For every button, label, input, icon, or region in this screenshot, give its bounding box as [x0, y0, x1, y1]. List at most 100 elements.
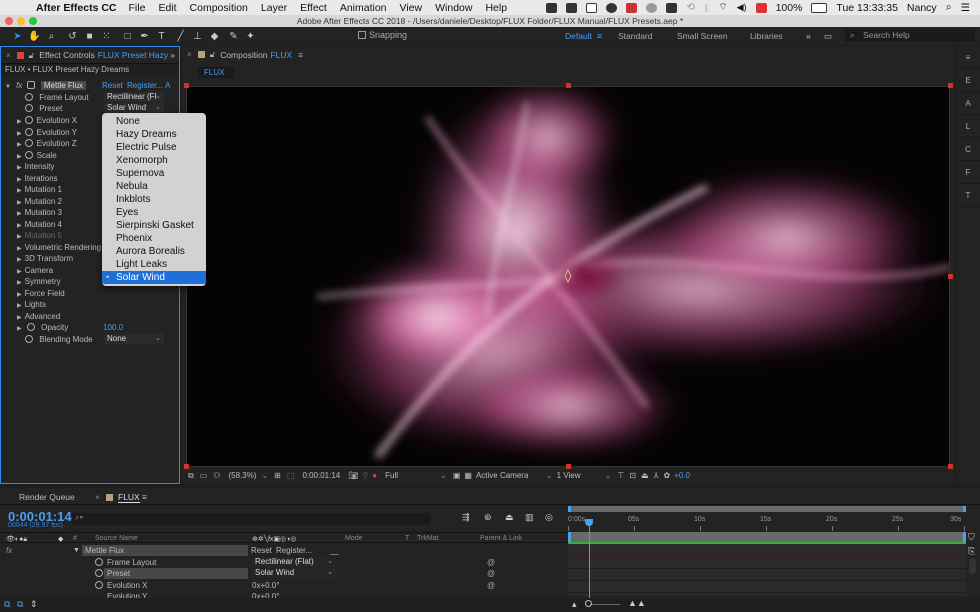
- toggle-pixel-aspect-icon[interactable]: ⊤: [617, 471, 624, 480]
- effect-property-row[interactable]: ▶ Lights: [17, 299, 46, 310]
- layer-handle[interactable]: [948, 274, 953, 279]
- timeline-icon[interactable]: ⏏: [641, 471, 649, 480]
- type-tool-icon[interactable]: T: [154, 29, 169, 43]
- resolution-dropdown[interactable]: Full: [385, 471, 440, 480]
- stopwatch-icon[interactable]: [25, 335, 33, 343]
- exposure-value[interactable]: +0.0: [674, 471, 690, 480]
- label-column-icon[interactable]: ◆: [58, 535, 63, 543]
- av-switches-icons[interactable]: 👁︎◐●🔒︎: [6, 535, 27, 544]
- effect-property-row[interactable]: ▶ Scale: [17, 150, 57, 161]
- source-name-column-header[interactable]: Source Name: [95, 535, 138, 542]
- transparency-grid-icon[interactable]: ▦: [464, 471, 472, 480]
- eraser-tool-icon[interactable]: ◆: [207, 29, 222, 43]
- expand-triangle-icon[interactable]: ▶: [17, 177, 22, 183]
- expression-pickwhip-icon[interactable]: @: [487, 557, 495, 568]
- preset-menu-option[interactable]: Supernova: [102, 167, 206, 180]
- effect-property-row[interactable]: ▶ Evolution X: [17, 115, 77, 126]
- zoom-out-icon[interactable]: ▴: [572, 599, 577, 610]
- menu-effect[interactable]: Effect: [300, 2, 327, 14]
- playhead[interactable]: [589, 520, 591, 600]
- menu-file[interactable]: File: [129, 2, 146, 14]
- preset-menu-option[interactable]: Nebula: [102, 180, 206, 193]
- render-queue-tab[interactable]: Render Queue: [19, 492, 75, 502]
- pan-behind-tool-icon[interactable]: ⁙: [99, 29, 114, 43]
- search-help-input[interactable]: ⌕ Search Help: [845, 29, 975, 42]
- composition-subtab[interactable]: FLUX: [198, 67, 234, 78]
- puppet-pin-tool-icon[interactable]: ✦: [243, 29, 258, 43]
- preset-menu-option[interactable]: None: [102, 115, 206, 128]
- expand-triangle-icon[interactable]: ▶: [17, 165, 22, 171]
- expand-triangle-icon[interactable]: ▶: [17, 280, 22, 286]
- effect-property-row[interactable]: ▶ Evolution Z: [17, 138, 77, 149]
- channel-icon[interactable]: ●: [372, 471, 377, 480]
- preset-menu-option[interactable]: Xenomorph: [102, 154, 206, 167]
- fx-icon[interactable]: fx: [16, 81, 22, 90]
- expression-pickwhip-icon[interactable]: @: [487, 580, 495, 591]
- mask-visibility-icon[interactable]: ⬚: [287, 471, 295, 480]
- preset-menu-option[interactable]: Eyes: [102, 206, 206, 219]
- timeline-reset-link[interactable]: Reset: [251, 545, 272, 556]
- preset-menu-option[interactable]: Aurora Borealis: [102, 245, 206, 258]
- layer-handle[interactable]: [948, 83, 953, 88]
- effect-property-row[interactable]: ▶ Iterations: [17, 173, 58, 184]
- effect-name[interactable]: Mettle Flux: [40, 81, 87, 90]
- register-link[interactable]: Register...: [127, 80, 163, 91]
- timeline-about-link[interactable]: __: [330, 545, 339, 556]
- layer-switches-icons[interactable]: ⊕✲╲fx▣◎◑◎: [252, 535, 296, 543]
- timeline-search-input[interactable]: ⌕▾: [72, 513, 430, 525]
- zoom-slider-handle[interactable]: [585, 600, 592, 607]
- effect-property-row[interactable]: ▶ Mutation 4: [17, 219, 62, 230]
- effect-controls-tab[interactable]: × 🔓︎ Effect Controls FLUX Preset Hazy »: [1, 47, 179, 64]
- effect-property-row[interactable]: ▶ Mutation 2: [17, 196, 62, 207]
- zoom-window-button[interactable]: [29, 17, 37, 25]
- rail-libraries-button[interactable]: L: [956, 115, 980, 138]
- close-window-button[interactable]: [5, 17, 13, 25]
- menu-help[interactable]: Help: [485, 2, 507, 14]
- flowchart-icon[interactable]: ⅄: [654, 471, 659, 480]
- effect-property-row[interactable]: ▶ 3D Transform: [17, 253, 73, 264]
- volume-icon[interactable]: ◀): [737, 2, 747, 13]
- opacity-value[interactable]: 100.0: [103, 322, 123, 333]
- motion-blur-icon[interactable]: ◎: [545, 512, 553, 523]
- expand-triangle-icon[interactable]: ▶: [17, 131, 22, 137]
- effect-property-row[interactable]: ▶ Camera: [17, 265, 53, 276]
- workspace-settings-icon[interactable]: ▭: [824, 31, 832, 42]
- reset-exposure-icon[interactable]: ✿: [663, 471, 670, 480]
- transfer-controls-toggle-icon[interactable]: ⧉: [17, 599, 23, 610]
- stopwatch-icon[interactable]: [26, 323, 35, 331]
- effect-controls-layer-name[interactable]: FLUX Preset Hazy: [98, 50, 168, 60]
- bluetooth-icon[interactable]: ᛒ: [704, 3, 709, 13]
- close-tab-icon[interactable]: ×: [6, 51, 11, 60]
- flux-timeline-tab[interactable]: FLUX: [118, 492, 140, 503]
- snapping-checkbox[interactable]: [358, 31, 366, 39]
- menu-composition[interactable]: Composition: [190, 2, 248, 14]
- collapse-triangle-icon[interactable]: ▼: [73, 545, 80, 556]
- stopwatch-icon[interactable]: [25, 93, 33, 101]
- rail-character-button[interactable]: C: [956, 138, 980, 161]
- display-icon[interactable]: [666, 2, 678, 13]
- effect-property-row[interactable]: ▶ Mutation 1: [17, 184, 62, 195]
- zoom-tool-icon[interactable]: ⌕: [44, 29, 59, 43]
- preset-menu-option[interactable]: Electric Pulse: [102, 141, 206, 154]
- minimize-window-button[interactable]: [17, 17, 25, 25]
- zoom-in-icon[interactable]: ▲▲: [628, 598, 646, 608]
- preset-row-name[interactable]: Preset: [104, 568, 248, 579]
- time-ruler[interactable]: 0:00s 05s 10s 15s 20s 25s 30s: [568, 506, 968, 534]
- timeline-register-link[interactable]: Register...: [276, 545, 312, 556]
- timeline-frame-layout-dropdown[interactable]: Rectilinear (Flat) ⌄: [252, 557, 336, 567]
- fx-icon[interactable]: fx: [6, 545, 12, 556]
- lock-icon[interactable]: 🔓︎: [29, 50, 35, 61]
- stopwatch-icon[interactable]: [95, 557, 107, 568]
- comp-marker-bin-icon[interactable]: ⛉: [968, 532, 975, 543]
- show-snapshot-icon[interactable]: ⚲: [362, 471, 368, 480]
- in-out-toggle-icon[interactable]: ⇕: [30, 599, 38, 610]
- status-app-icon[interactable]: [566, 2, 578, 13]
- expand-triangle-icon[interactable]: ▶: [17, 154, 22, 160]
- effect-property-row[interactable]: ▶ Symmetry: [17, 276, 61, 287]
- stopwatch-icon[interactable]: [24, 127, 33, 136]
- about-link[interactable]: A: [165, 80, 170, 91]
- current-time[interactable]: 0:00:01:14: [302, 471, 340, 480]
- stopwatch-icon[interactable]: [24, 150, 33, 159]
- layer-handle[interactable]: [566, 83, 571, 88]
- effect-property-row[interactable]: ▶ Mutation 3: [17, 207, 62, 218]
